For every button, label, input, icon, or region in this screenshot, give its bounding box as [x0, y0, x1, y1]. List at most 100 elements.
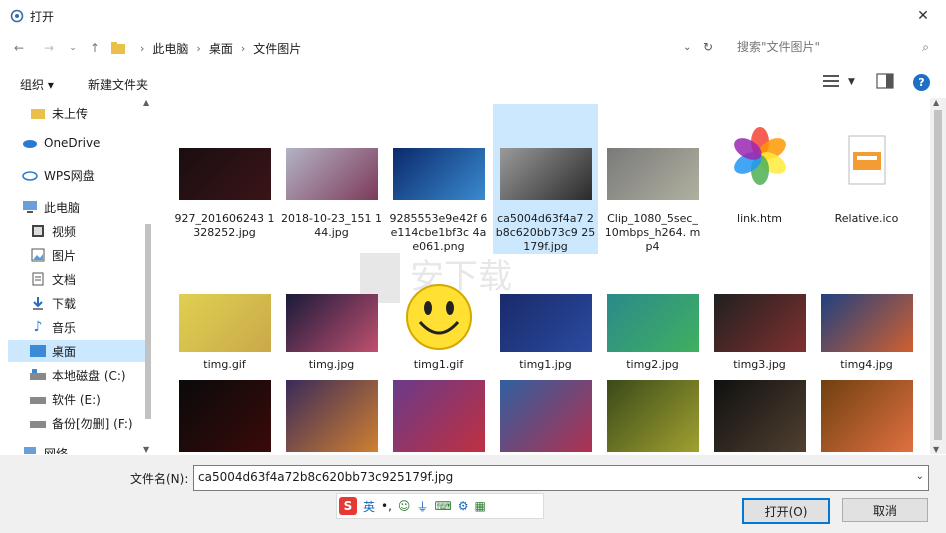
file-item[interactable]: link.htm [707, 104, 812, 254]
voice-icon[interactable]: ⏚ [416, 498, 428, 515]
ime-toolbar[interactable]: S 英 •, ☺ ⏚ ⌨ ⚙ ▦ [336, 493, 544, 519]
close-button[interactable]: ✕ [900, 0, 946, 32]
nav-item-videos[interactable]: 视频 [30, 220, 150, 242]
file-item[interactable] [279, 378, 384, 454]
smiley-thumbnail [405, 284, 472, 350]
forward-button[interactable]: → [38, 38, 60, 58]
scroll-up-icon[interactable]: ▲ [143, 98, 149, 107]
recent-locations-button[interactable]: ⌄ [62, 38, 84, 58]
punctuation-icon[interactable]: •, [381, 499, 392, 513]
address-dropdown-icon[interactable]: ⌄ [683, 42, 691, 53]
image-thumbnail [713, 380, 806, 452]
breadcrumb-item-folder[interactable]: 文件图片 [253, 40, 301, 57]
filename-input[interactable] [194, 466, 898, 488]
filename-field[interactable]: ⌄ [193, 465, 929, 491]
file-name: timg.jpg [308, 358, 355, 371]
view-options-icon[interactable] [823, 74, 839, 88]
file-item[interactable]: ca5004d63f4a7 2b8c620bb73c9 25179f.jpg [493, 104, 598, 254]
chevron-down-icon[interactable]: ⌄ [916, 471, 924, 482]
file-item[interactable]: timg1.gif [386, 284, 491, 378]
nav-item-this-pc[interactable]: 此电脑 [22, 196, 150, 218]
file-item[interactable]: 927_201606243 1328252.jpg [172, 104, 277, 254]
file-item[interactable] [493, 378, 598, 454]
nav-item-drive-e[interactable]: 软件 (E:) [30, 388, 150, 410]
scroll-up-icon[interactable]: ▲ [933, 98, 939, 107]
drive-icon [30, 391, 46, 407]
close-icon: ✕ [917, 8, 929, 24]
breadcrumb-item-this-pc[interactable]: 此电脑 [152, 40, 188, 57]
breadcrumb-separator: › [196, 42, 201, 55]
file-item[interactable]: timg4.jpg [814, 288, 919, 378]
image-thumbnail [392, 148, 485, 200]
scrollbar-thumb[interactable] [934, 110, 942, 440]
scrollbar-thumb[interactable] [145, 224, 151, 419]
ime-mode-label[interactable]: 英 [363, 498, 375, 515]
keyboard-icon[interactable]: ⌨ [434, 499, 451, 513]
tools-icon[interactable]: ⚙ [458, 499, 469, 513]
file-name: 2018-10-23_151 144.jpg [281, 212, 382, 239]
view-dropdown-icon[interactable]: ▼ [848, 77, 855, 87]
up-button[interactable]: ↑ [84, 38, 106, 58]
refresh-icon[interactable]: ↻ [703, 40, 713, 54]
file-item[interactable] [600, 378, 705, 454]
file-name: timg4.jpg [840, 358, 893, 371]
file-item[interactable]: Clip_1080_5sec_ 10mbps_h264. mp4 [600, 104, 705, 254]
emoji-icon[interactable]: ☺ [398, 499, 411, 513]
file-item[interactable]: timg.jpg [279, 288, 384, 378]
nav-item-downloads[interactable]: 下载 [30, 292, 150, 314]
file-item[interactable]: 9285553e9e42f 6e114cbe1bf3c 4ae061.png [386, 104, 491, 254]
navigation-pane: 未上传 OneDrive WPS网盘 此电脑 视频 图片 文档 下载 ♪ 音乐 … [0, 98, 150, 454]
app-icon [10, 9, 24, 23]
search-box[interactable]: ⌕ [727, 36, 937, 60]
image-thumbnail [820, 380, 913, 452]
nav-item-wps-drive[interactable]: WPS网盘 [22, 164, 150, 186]
download-icon [30, 295, 46, 311]
image-thumbnail [606, 148, 699, 200]
file-item[interactable]: Relative.ico [814, 104, 919, 254]
nav-item-documents[interactable]: 文档 [30, 268, 150, 290]
file-item[interactable]: timg2.jpg [600, 288, 705, 378]
file-name: Relative.ico [834, 212, 899, 225]
title-bar: 打开 ✕ [0, 0, 946, 32]
file-item[interactable] [386, 378, 491, 454]
skin-icon[interactable]: ▦ [475, 499, 486, 513]
browser-file-icon [733, 127, 786, 185]
search-input[interactable] [727, 36, 907, 58]
navigation-scrollbar[interactable]: ▲ ▼ [142, 98, 154, 454]
image-thumbnail [606, 294, 699, 352]
nav-item-music[interactable]: ♪ 音乐 [30, 316, 150, 338]
image-thumbnail [178, 148, 271, 200]
file-item[interactable]: timg3.jpg [707, 288, 812, 378]
preview-pane-icon[interactable] [876, 73, 894, 89]
nav-item-drive-f[interactable]: 备份[勿删] (F:) [30, 412, 150, 434]
file-item[interactable]: timg.gif [172, 288, 277, 378]
new-folder-button[interactable]: 新建文件夹 [88, 76, 148, 93]
back-button[interactable]: ← [8, 38, 30, 58]
cancel-button[interactable]: 取消 [842, 498, 928, 522]
nav-item-not-uploaded[interactable]: 未上传 [30, 102, 150, 124]
scroll-down-icon[interactable]: ▼ [143, 445, 149, 454]
nav-item-drive-c[interactable]: 本地磁盘 (C:) [30, 364, 150, 386]
file-item[interactable]: 2018-10-23_151 144.jpg [279, 104, 384, 254]
file-item[interactable] [172, 378, 277, 454]
cloud-icon [22, 167, 38, 183]
nav-item-network[interactable]: 网络 [22, 442, 150, 454]
breadcrumb-item-desktop[interactable]: 桌面 [209, 40, 233, 57]
file-item[interactable] [814, 378, 919, 454]
desktop-icon [30, 343, 46, 359]
filename-label: 文件名(N): [130, 472, 189, 486]
up-arrow-icon: ↑ [89, 41, 101, 55]
file-item[interactable]: timg1.jpg [493, 288, 598, 378]
help-icon[interactable]: ? [913, 74, 930, 91]
search-icon[interactable]: ⌕ [922, 40, 929, 55]
nav-item-onedrive[interactable]: OneDrive [22, 132, 150, 154]
nav-item-pictures[interactable]: 图片 [30, 244, 150, 266]
organize-button[interactable]: 组织 ▾ [20, 76, 54, 93]
file-item[interactable] [707, 378, 812, 454]
image-thumbnail [178, 380, 271, 452]
nav-item-desktop[interactable]: 桌面 [8, 340, 148, 362]
open-button[interactable]: 打开(O) [742, 498, 830, 524]
scroll-down-icon[interactable]: ▼ [933, 445, 939, 454]
pictures-icon [30, 247, 46, 263]
file-list-scrollbar[interactable]: ▲ ▼ [930, 98, 946, 454]
